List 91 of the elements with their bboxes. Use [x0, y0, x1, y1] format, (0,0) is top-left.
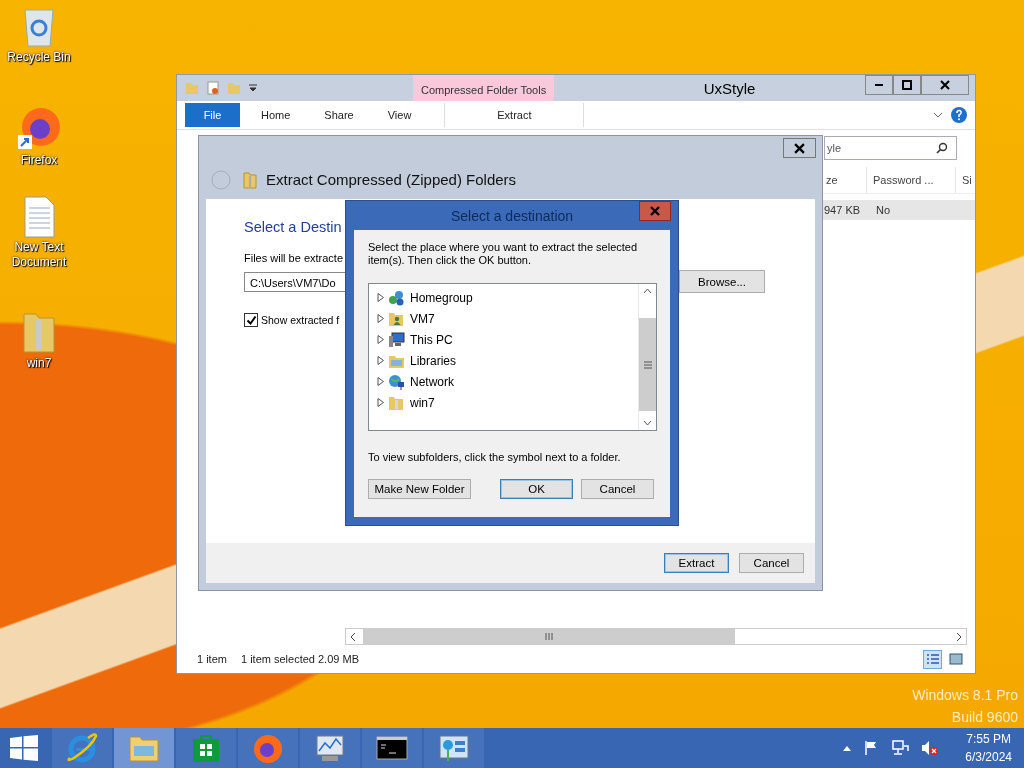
dropdown-icon[interactable] [248, 83, 258, 93]
horizontal-scrollbar[interactable] [345, 628, 967, 645]
cancel-button[interactable]: Cancel [739, 553, 804, 573]
properties-icon[interactable] [206, 81, 220, 95]
expand-arrow-icon[interactable] [377, 356, 385, 365]
hint-text: To view subfolders, click the symbol next to a folder. [368, 451, 622, 463]
field-label: Files will be extracte [244, 252, 344, 264]
tree-item[interactable]: VM7 [410, 311, 435, 326]
folder-tree[interactable]: Homegroup VM7 This PC Libraries Network win7 [368, 283, 657, 431]
close-button[interactable] [921, 75, 969, 95]
help-icon[interactable] [951, 107, 967, 123]
cancel-button[interactable]: Cancel [581, 479, 654, 499]
expand-arrow-icon[interactable] [377, 293, 385, 302]
expand-arrow-icon[interactable] [377, 335, 385, 344]
tree-item[interactable]: Libraries [410, 353, 457, 368]
os-version-text: Windows 8.1 Pro [912, 686, 1018, 705]
close-icon [940, 80, 950, 90]
thumbnail-view-icon [948, 653, 963, 665]
column-header[interactable]: Password ... [867, 167, 956, 193]
details-view-button[interactable] [923, 649, 942, 669]
file-row[interactable]: 947 KB No [822, 200, 975, 220]
close-button[interactable] [783, 138, 816, 158]
maximize-icon [902, 80, 912, 90]
details-view-icon [925, 653, 940, 665]
close-icon [650, 206, 660, 216]
context-tab-group: Compressed Folder Tools [413, 75, 555, 101]
folder-icon [388, 394, 405, 411]
browser-e-icon [66, 732, 98, 764]
speaker-muted-icon[interactable] [921, 740, 940, 756]
tree-item[interactable]: win7 [410, 395, 435, 410]
expand-arrow-icon[interactable] [377, 314, 385, 323]
search-field[interactable]: yle [824, 136, 957, 160]
expand-arrow-icon[interactable] [377, 377, 385, 386]
status-text: 1 item [197, 653, 227, 665]
window-title: UxStyle [702, 79, 757, 97]
ribbon-tab[interactable]: Share [311, 103, 367, 127]
search-icon [936, 142, 948, 154]
close-icon [794, 142, 805, 154]
ribbon-tab[interactable]: Home [248, 103, 304, 127]
show-hidden-icons-icon[interactable] [843, 745, 852, 751]
zipped-folder-icon [243, 170, 257, 189]
section-heading: Select a Destin [244, 219, 342, 235]
cmd-taskbar-button[interactable] [362, 728, 422, 768]
ribbon-tab[interactable]: View [374, 103, 425, 127]
expand-arrow-icon[interactable] [377, 398, 385, 407]
control-taskbar-button[interactable] [424, 728, 484, 768]
store-bag-icon [192, 733, 220, 763]
clock-date[interactable]: 6/3/2024 [965, 748, 1012, 766]
tree-item[interactable]: Homegroup [410, 290, 473, 305]
tree-item[interactable]: This PC [410, 332, 453, 347]
browse-button[interactable]: Browse... [679, 270, 765, 293]
network-icon [388, 373, 405, 390]
firefox-icon [252, 732, 284, 764]
ie-taskbar-button[interactable] [52, 728, 112, 768]
command-prompt-icon [376, 736, 408, 760]
windows-logo-icon [10, 735, 38, 761]
os-version-text: Build 9600 [951, 708, 1018, 727]
homegroup-icon [388, 289, 405, 306]
status-text: 1 item selected 2.09 MB [240, 653, 359, 665]
minimize-icon [875, 84, 883, 86]
monitor-chart-icon [314, 733, 346, 763]
tree-item[interactable]: Network [410, 374, 454, 389]
table-cell-text: No [875, 204, 891, 216]
extract-button[interactable]: Extract [664, 553, 729, 573]
store-taskbar-button[interactable] [176, 728, 236, 768]
vertical-scrollbar[interactable] [638, 284, 656, 430]
table-cell-text: 947 KB [823, 204, 862, 216]
ribbon-tab[interactable]: Extract [444, 103, 585, 127]
folder-icon [128, 733, 160, 763]
make-new-folder-button[interactable]: Make New Folder [368, 479, 471, 499]
dialog-title: Extract Compressed (Zipped) Folders [266, 171, 517, 188]
grip-icon [643, 360, 652, 369]
perfmon-taskbar-button[interactable] [300, 728, 360, 768]
ribbon-tab[interactable]: File [185, 103, 240, 127]
grip-icon [545, 633, 553, 640]
firefox-icon[interactable] [16, 105, 62, 151]
expand-ribbon-icon[interactable] [933, 110, 943, 120]
control-panel-icon [438, 733, 470, 763]
ok-button[interactable]: OK [500, 479, 573, 499]
minimize-button[interactable] [865, 75, 893, 95]
user-folder-icon [388, 310, 405, 327]
instructions-text: Select the place where you want to extract the selected item(s). Then click the OK button. [368, 241, 639, 267]
computer-icon [388, 331, 405, 348]
checkbox-label[interactable]: Show extracted f [261, 314, 340, 326]
column-header[interactable]: Si [956, 167, 972, 193]
recycle-bin-icon[interactable] [22, 6, 56, 48]
clock-time[interactable]: 7:55 PM [966, 730, 1011, 748]
network-icon[interactable] [891, 740, 910, 756]
maximize-button[interactable] [893, 75, 921, 95]
dialog-title: Select a destination [450, 207, 574, 224]
checkbox[interactable] [244, 313, 258, 327]
